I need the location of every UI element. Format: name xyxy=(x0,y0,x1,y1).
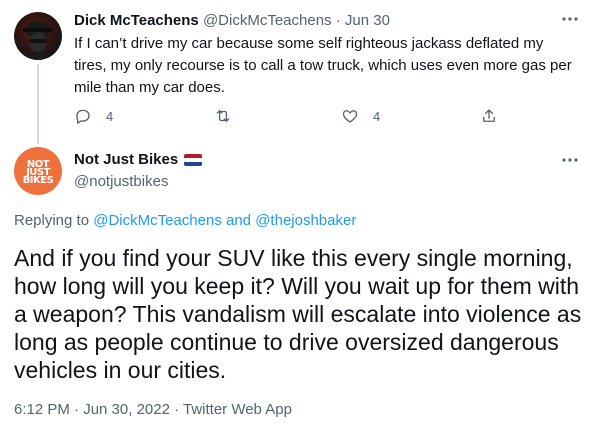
author-name-row: Not Just Bikes xyxy=(74,150,203,170)
avatar-logo-text: BIKES xyxy=(22,175,54,186)
share-icon xyxy=(483,109,495,122)
author-name[interactable]: Dick McTeachens xyxy=(74,12,199,29)
tweet-text: And if you find your SUV like this every… xyxy=(14,245,582,383)
author-handle[interactable]: @DickMcTeachens xyxy=(203,12,332,29)
tweet-meta[interactable]: 6:12 PM · Jun 30, 2022 · Twitter Web App xyxy=(14,400,292,420)
more-icon[interactable] xyxy=(560,150,580,170)
share-button[interactable] xyxy=(480,106,498,126)
tweet-header: Dick McTeachens @DickMcTeachens · Jun 30 xyxy=(74,11,390,31)
thread-connector-line xyxy=(37,64,39,144)
separator: · xyxy=(335,12,341,29)
netherlands-flag-icon xyxy=(184,154,203,166)
tweet-text: If I can’t drive my car because some sel… xyxy=(74,35,572,96)
replying-user-link[interactable]: @thejoshbaker xyxy=(255,212,356,229)
tweet-actions: 4 4 xyxy=(74,106,574,126)
reply-button[interactable]: 4 xyxy=(74,106,113,126)
like-icon xyxy=(342,110,358,123)
author-name[interactable]: Not Just Bikes xyxy=(74,150,178,170)
retweet-icon xyxy=(216,110,230,122)
replying-user-link[interactable]: @DickMcTeachens xyxy=(93,212,222,229)
more-icon[interactable] xyxy=(560,9,580,29)
avatar[interactable] xyxy=(14,12,62,60)
replying-and[interactable]: and xyxy=(226,212,251,229)
retweet-button[interactable] xyxy=(214,106,246,126)
replying-prefix: Replying to xyxy=(14,212,90,229)
like-count: 4 xyxy=(373,108,381,124)
replying-to: Replying to @DickMcTeachens and @thejosh… xyxy=(14,211,356,231)
author-handle[interactable]: @notjustbikes xyxy=(74,172,168,192)
like-button[interactable]: 4 xyxy=(341,106,380,126)
avatar[interactable]: NOT JUST BIKES xyxy=(14,147,62,195)
reply-count: 4 xyxy=(106,108,114,124)
avatar-figure-icon xyxy=(22,21,54,60)
tweet-date[interactable]: Jun 30 xyxy=(345,12,390,29)
reply-tweet[interactable]: Dick McTeachens @DickMcTeachens · Jun 30… xyxy=(0,0,602,144)
reply-icon xyxy=(76,109,90,124)
